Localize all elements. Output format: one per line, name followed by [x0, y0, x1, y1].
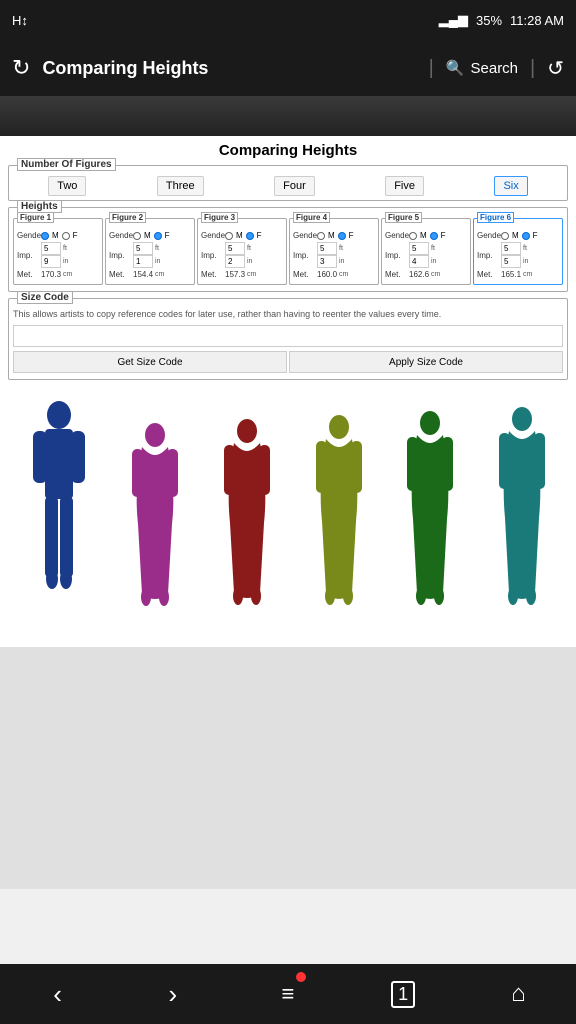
refresh-icon[interactable]: ↺ — [547, 56, 564, 81]
figure-2-male-radio[interactable] — [133, 232, 141, 240]
menu-button[interactable]: ≡ — [258, 964, 318, 1024]
signal-text: H↕ — [12, 13, 28, 28]
forward-icon: › — [168, 979, 177, 1010]
divider-1: | — [429, 57, 434, 80]
figure-3-ft[interactable] — [225, 242, 245, 255]
silhouette-1 — [23, 397, 95, 637]
bottom-nav: ‹ › ≡ 1 ⌂ — [0, 964, 576, 1024]
size-code-section: Size Code This allows artists to copy re… — [8, 298, 568, 380]
silhouettes-area — [0, 392, 576, 647]
figure-3-in[interactable] — [225, 255, 245, 268]
silhouette-5 — [399, 407, 461, 637]
figure-5-label: Figure 5 — [385, 212, 422, 223]
num-figures-label: Number Of Figures — [17, 158, 116, 171]
menu-icon: ≡ — [282, 981, 295, 1007]
tabs-count: 1 — [398, 984, 408, 1004]
get-size-code-button[interactable]: Get Size Code — [13, 351, 287, 373]
main-content: Comparing Heights Number Of Figures Two … — [0, 136, 576, 392]
size-code-description: This allows artists to copy reference co… — [13, 309, 563, 319]
figure-1-ft[interactable] — [41, 242, 61, 255]
figure-6-box: Figure 6 Gender: M F Imp. ft — [473, 218, 563, 285]
back-icon: ‹ — [53, 979, 62, 1010]
time: 11:28 AM — [510, 13, 564, 28]
battery-pct: 35% — [476, 13, 502, 28]
hero-image — [0, 96, 576, 136]
figure-6-in[interactable] — [501, 255, 521, 268]
app-icon: ↻ — [12, 55, 30, 81]
figure-6-ft[interactable] — [501, 242, 521, 255]
silhouette-6 — [491, 403, 553, 637]
silhouette-2 — [124, 419, 186, 637]
figure-5-box: Figure 5 Gender: M F Imp. ft — [381, 218, 471, 285]
tabs-button[interactable]: 1 — [373, 964, 433, 1024]
figure-4-ft[interactable] — [317, 242, 337, 255]
app-title: Comparing Heights — [42, 58, 416, 79]
gray-area — [0, 647, 576, 889]
figure-2-in[interactable] — [133, 255, 153, 268]
page-title: Comparing Heights — [8, 142, 568, 159]
figure-5-ft[interactable] — [409, 242, 429, 255]
figure-3-label: Figure 3 — [201, 212, 238, 223]
figure-1-in[interactable] — [41, 255, 61, 268]
figure-3-female-radio[interactable] — [246, 232, 254, 240]
figure-6-label: Figure 6 — [477, 212, 514, 223]
figure-5-male-radio[interactable] — [409, 232, 417, 240]
figure-4-male-radio[interactable] — [317, 232, 325, 240]
status-bar: H↕ ▂▄▆ 35% 11:28 AM — [0, 0, 576, 40]
figure-3-male-radio[interactable] — [225, 232, 233, 240]
figure-6-met: 165.1 — [501, 270, 521, 279]
heights-section: Heights Figure 1 Gender: M F Imp. — [8, 207, 568, 292]
signal-bars: ▂▄▆ — [439, 12, 468, 28]
back-button[interactable]: ‹ — [28, 964, 88, 1024]
forward-button[interactable]: › — [143, 964, 203, 1024]
figure-1-met: 170.3 — [41, 270, 61, 279]
divider-2: | — [530, 57, 535, 80]
tabs-icon: 1 — [391, 981, 415, 1008]
num-figures-row: Two Three Four Five Six — [13, 176, 563, 196]
figure-1-female-radio[interactable] — [62, 232, 70, 240]
home-icon: ⌂ — [511, 980, 526, 1008]
figure-4-in[interactable] — [317, 255, 337, 268]
figure-6-female-radio[interactable] — [522, 232, 530, 240]
figure-5-met: 162.6 — [409, 270, 429, 279]
figure-4-label: Figure 4 — [293, 212, 330, 223]
figure-5-in[interactable] — [409, 255, 429, 268]
size-code-label: Size Code — [17, 291, 73, 304]
figure-3-box: Figure 3 Gender: M F Imp. ft — [197, 218, 287, 285]
notification-dot — [296, 972, 306, 982]
figure-4-met: 160.0 — [317, 270, 337, 279]
figure-4-female-radio[interactable] — [338, 232, 346, 240]
figure-2-box: Figure 2 Gender: M F Imp. ft — [105, 218, 195, 285]
figure-2-ft[interactable] — [133, 242, 153, 255]
num-three-button[interactable]: Three — [157, 176, 204, 196]
figure-5-female-radio[interactable] — [430, 232, 438, 240]
num-five-button[interactable]: Five — [385, 176, 424, 196]
figure-2-met: 154.4 — [133, 270, 153, 279]
figure-2-label: Figure 2 — [109, 212, 146, 223]
app-bar: ↻ Comparing Heights | 🔍 Search | ↺ — [0, 40, 576, 96]
figure-1-male-radio[interactable] — [41, 232, 49, 240]
silhouette-3 — [216, 415, 278, 637]
figure-1-box: Figure 1 Gender: M F Imp. ft — [13, 218, 103, 285]
search-button[interactable]: 🔍 Search — [446, 59, 518, 77]
num-four-button[interactable]: Four — [274, 176, 315, 196]
figure-2-female-radio[interactable] — [154, 232, 162, 240]
figure-4-box: Figure 4 Gender: M F Imp. ft — [289, 218, 379, 285]
search-icon: 🔍 — [446, 59, 465, 77]
num-six-button[interactable]: Six — [494, 176, 527, 196]
num-figures-section: Number Of Figures Two Three Four Five Si… — [8, 165, 568, 201]
figure-3-met: 157.3 — [225, 270, 245, 279]
size-code-input[interactable] — [13, 325, 563, 347]
figure-1-label: Figure 1 — [17, 212, 54, 223]
figures-row: Figure 1 Gender: M F Imp. ft — [13, 218, 563, 285]
home-button[interactable]: ⌂ — [488, 964, 548, 1024]
figure-6-male-radio[interactable] — [501, 232, 509, 240]
silhouette-4 — [308, 411, 370, 637]
apply-size-code-button[interactable]: Apply Size Code — [289, 351, 563, 373]
size-code-buttons: Get Size Code Apply Size Code — [13, 351, 563, 373]
num-two-button[interactable]: Two — [48, 176, 86, 196]
